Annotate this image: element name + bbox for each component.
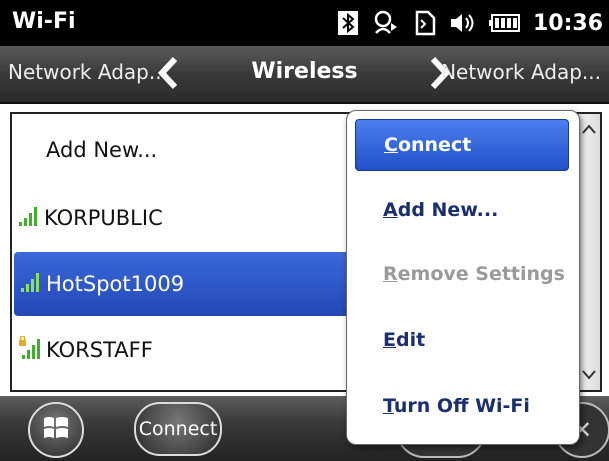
volume-icon: [449, 11, 477, 35]
scrollbar[interactable]: [577, 114, 600, 390]
list-item-label: Add New...: [46, 138, 158, 162]
windows-logo-icon: [41, 413, 71, 447]
sim-icon: [413, 10, 437, 36]
menu-accel: C: [384, 134, 398, 156]
signal-icon: [20, 271, 42, 298]
menu-accel: E: [383, 329, 396, 351]
list-item-label: KORSTAFF: [46, 338, 153, 362]
menu-label: onnect: [397, 134, 472, 156]
locked-signal-icon: [18, 334, 42, 365]
menu-label: urn Off Wi-Fi: [393, 395, 530, 417]
list-item-hotspot1009[interactable]: HotSpot1009: [14, 252, 354, 316]
menu-item-text: Remove Settings: [383, 263, 565, 285]
bluetooth-icon: [337, 10, 359, 36]
battery-icon: [488, 13, 521, 33]
menu-item-connect[interactable]: Connect: [355, 119, 569, 171]
start-button[interactable]: [28, 402, 84, 458]
menu-item-text: Add New...: [383, 199, 498, 221]
menu-item-edit[interactable]: Edit: [355, 315, 567, 365]
list-item-label: HotSpot1009: [46, 272, 185, 296]
signal-icon: [18, 205, 40, 232]
menu-accel: R: [383, 263, 398, 285]
app-title: Wi-Fi: [12, 9, 76, 34]
menu-item-remove-settings: Remove Settings: [355, 249, 567, 299]
menu-accel: T: [383, 395, 394, 417]
menu-label: dd New...: [397, 199, 499, 221]
menu-label: dit: [395, 329, 426, 351]
scroll-up-icon[interactable]: [578, 116, 600, 142]
clock: 10:36: [532, 10, 603, 36]
context-menu: Connect Add New... Remove Settings Edit …: [346, 110, 580, 445]
sync-icon: [371, 9, 401, 37]
list-item-korpublic[interactable]: KORPUBLIC: [12, 186, 352, 250]
status-bar: Wi-Fi 10:36: [0, 0, 609, 46]
list-item-add-new[interactable]: Add New...: [12, 118, 352, 182]
menu-item-text: Edit: [383, 329, 425, 351]
list-item-label: KORPUBLIC: [44, 206, 163, 230]
nav-bar: Network Adap... Wireless Network Adap...: [0, 46, 609, 104]
menu-item-add-new[interactable]: Add New...: [355, 185, 567, 235]
menu-label: emove Settings: [397, 263, 565, 285]
menu-item-turn-off-wifi[interactable]: Turn Off Wi-Fi: [355, 381, 567, 431]
list-item-korstaff[interactable]: KORSTAFF: [12, 318, 352, 382]
menu-accel: A: [383, 199, 398, 221]
connect-button[interactable]: Connect: [134, 402, 222, 456]
status-icons: 10:36: [337, 6, 603, 40]
nav-next-label[interactable]: Network Adap...: [441, 60, 601, 84]
menu-item-text: Connect: [384, 134, 471, 156]
menu-item-text: Turn Off Wi-Fi: [383, 395, 530, 417]
scroll-down-icon[interactable]: [578, 362, 600, 388]
